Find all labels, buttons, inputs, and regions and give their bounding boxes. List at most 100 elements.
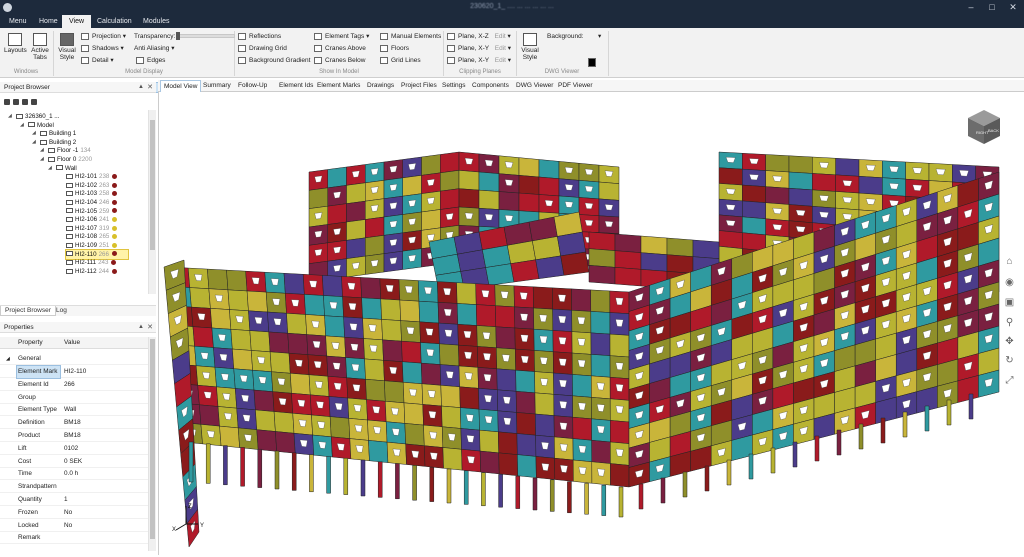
wall-panel[interactable] <box>590 289 611 313</box>
detail-dropdown[interactable]: Detail ▾ <box>81 55 114 66</box>
property-value[interactable]: BM18 <box>64 417 81 429</box>
view-tab-drawings[interactable]: Drawings <box>364 80 397 92</box>
wall-panel[interactable] <box>365 235 385 257</box>
wall-panel[interactable] <box>485 263 515 286</box>
wall-panel[interactable] <box>322 275 343 297</box>
wall-panel[interactable] <box>614 267 642 287</box>
wall-panel[interactable] <box>718 167 743 186</box>
wall-panel[interactable] <box>421 209 441 231</box>
menu-item-calculation[interactable]: Calculation <box>90 15 139 28</box>
maximize-icon[interactable]: □ <box>983 1 1001 13</box>
column[interactable] <box>463 470 469 505</box>
wall-panel[interactable] <box>812 173 836 192</box>
wall-panel[interactable] <box>384 380 405 404</box>
wall-panel[interactable] <box>742 216 766 236</box>
wall-panel[interactable] <box>510 259 540 283</box>
wall-panel[interactable] <box>742 200 766 220</box>
anti-aliasing-dropdown[interactable]: Anti Aliasing ▾ <box>124 43 175 54</box>
column[interactable] <box>792 441 798 468</box>
wall-panel[interactable] <box>765 186 790 205</box>
wall-panel[interactable] <box>189 287 211 309</box>
wall-panel[interactable] <box>249 330 271 353</box>
property-value[interactable]: BM18 <box>64 430 81 442</box>
edges-button[interactable]: Edges <box>136 55 165 66</box>
wall-panel[interactable] <box>402 361 423 385</box>
wall-panel[interactable] <box>557 231 586 257</box>
wall-panel[interactable] <box>256 429 277 452</box>
wall-panel[interactable] <box>458 170 480 191</box>
wall-panel[interactable] <box>590 311 611 335</box>
orbit-icon[interactable]: ↻ <box>1002 354 1017 368</box>
wall-panel[interactable] <box>210 308 232 330</box>
wall-panel[interactable] <box>346 200 366 223</box>
wall-panel[interactable] <box>718 230 743 249</box>
wall-panel[interactable] <box>518 157 540 178</box>
wall-panel[interactable] <box>640 235 668 255</box>
expand-icon[interactable]: ◢ <box>48 164 52 173</box>
wall-panel[interactable] <box>327 166 347 189</box>
column[interactable] <box>748 453 754 480</box>
wall-panel[interactable] <box>572 374 592 398</box>
column[interactable] <box>858 423 864 450</box>
wall-panel[interactable] <box>459 386 480 410</box>
wall-panel[interactable] <box>439 343 460 367</box>
wall-panel[interactable] <box>614 233 642 253</box>
property-row[interactable]: Element Type Wall <box>0 404 148 417</box>
wall-panel[interactable] <box>207 268 229 291</box>
property-row[interactable]: Strandpattern <box>0 481 148 494</box>
wall-panel[interactable] <box>346 182 366 204</box>
shadows-dropdown[interactable]: Shadows ▾ <box>81 43 124 54</box>
wall-panel[interactable] <box>346 219 366 241</box>
column[interactable] <box>880 417 886 444</box>
view-tab-components[interactable]: Components <box>469 80 512 92</box>
wall-panel[interactable] <box>365 378 386 402</box>
wall-panel[interactable] <box>456 282 477 305</box>
property-value[interactable]: 0.0 h <box>64 468 78 480</box>
wall-panel[interactable] <box>418 300 439 324</box>
tool-icon[interactable] <box>13 99 19 105</box>
column[interactable] <box>532 477 538 511</box>
collapse-icon[interactable]: ◢ <box>6 353 10 365</box>
wall-panel[interactable] <box>441 405 462 429</box>
view-cube[interactable]: RIGHT BACK <box>965 108 1003 148</box>
wall-panel[interactable] <box>329 416 351 439</box>
wall-panel[interactable] <box>401 340 422 364</box>
column[interactable] <box>902 411 908 438</box>
property-row[interactable]: Quantity 1 <box>0 494 148 506</box>
wall-panel[interactable] <box>286 312 307 335</box>
column[interactable] <box>924 405 930 432</box>
wall-panel[interactable] <box>287 332 309 355</box>
wall-panel[interactable] <box>327 203 347 225</box>
wall-panel[interactable] <box>289 372 311 396</box>
property-row[interactable]: Frozen No <box>0 507 148 519</box>
wall-panel[interactable] <box>588 231 616 251</box>
column[interactable] <box>412 465 417 501</box>
column[interactable] <box>274 450 280 490</box>
tree-scrollbar[interactable] <box>148 110 156 294</box>
wall-panel[interactable] <box>496 368 517 392</box>
home-icon[interactable]: ⌂ <box>1002 255 1017 269</box>
column[interactable] <box>601 484 607 516</box>
wall-panel[interactable] <box>692 239 720 259</box>
cranes-above-toggle[interactable]: Cranes Above <box>314 43 366 54</box>
property-value[interactable]: 266 <box>64 379 75 391</box>
wall-panel[interactable] <box>308 187 328 209</box>
expand-icon[interactable]: ◢ <box>8 112 12 121</box>
floors-toggle[interactable]: Floors <box>380 43 409 54</box>
column[interactable] <box>481 472 486 507</box>
wall-panel[interactable] <box>538 176 560 197</box>
tool-icon[interactable] <box>4 99 10 105</box>
wall-panel[interactable] <box>497 431 518 455</box>
model-viewport[interactable] <box>158 92 1024 555</box>
wall-panel[interactable] <box>498 191 520 212</box>
visual-style-button[interactable]: Visual Style <box>56 33 78 61</box>
wall-panel[interactable] <box>598 181 620 201</box>
property-row[interactable]: Element Id 266 <box>0 379 148 391</box>
wall-panel[interactable] <box>255 409 276 432</box>
reflections-toggle[interactable]: Reflections <box>238 31 281 42</box>
property-value[interactable]: No <box>64 520 72 532</box>
active-tabs-button[interactable]: Active Tabs <box>29 33 51 61</box>
column[interactable] <box>770 447 776 474</box>
element-tags-dropdown[interactable]: Element Tags ▾ <box>314 31 369 42</box>
property-value[interactable]: HI2-110 <box>64 366 86 378</box>
